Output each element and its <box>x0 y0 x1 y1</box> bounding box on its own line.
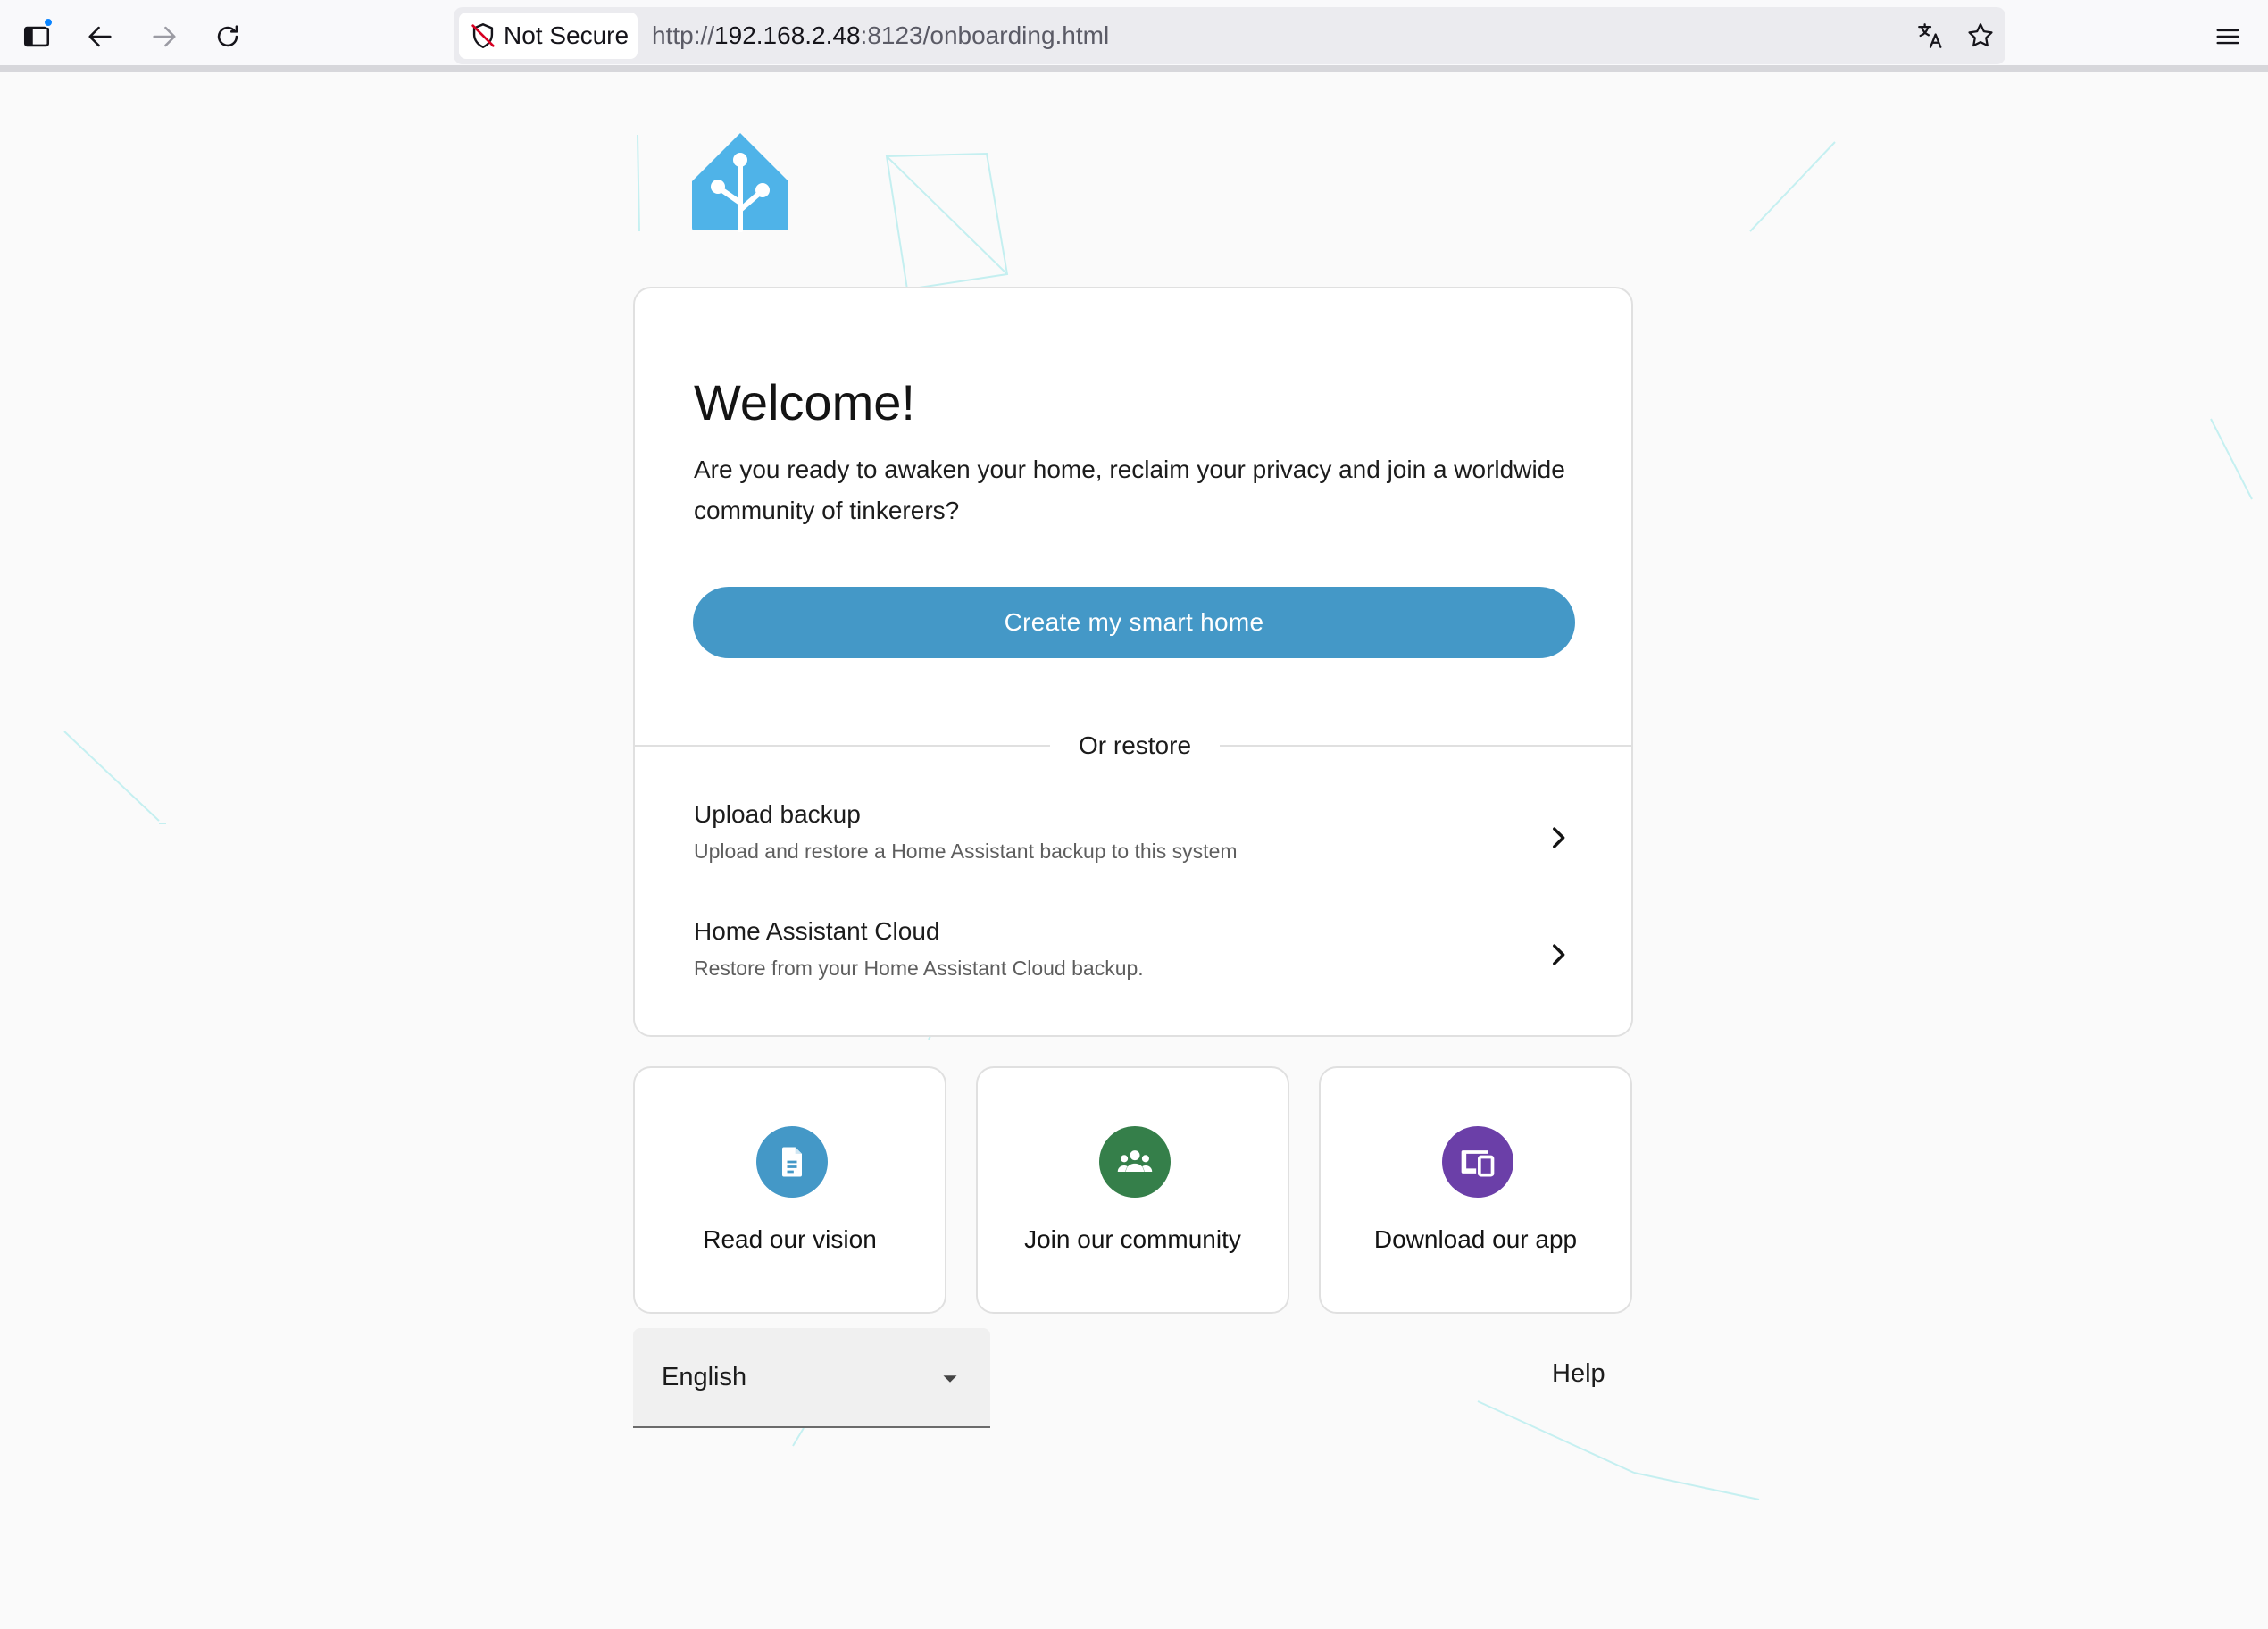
security-indicator[interactable]: Not Secure <box>459 13 638 59</box>
read-vision-card[interactable]: Read our vision <box>633 1066 946 1314</box>
download-app-card[interactable]: Download our app <box>1319 1066 1632 1314</box>
url-path: :8123/onboarding.html <box>860 21 1110 49</box>
reload-button[interactable] <box>204 13 252 61</box>
restore-item-title: Home Assistant Cloud <box>694 917 940 945</box>
language-select[interactable]: English <box>633 1328 990 1428</box>
arrow-left-icon <box>88 26 112 47</box>
star-icon <box>1968 23 1993 47</box>
hamburger-menu-icon <box>2216 29 2239 45</box>
notification-dot <box>43 17 54 28</box>
language-value: English <box>662 1363 747 1391</box>
join-community-card[interactable]: Join our community <box>976 1066 1289 1314</box>
app-menu-button[interactable] <box>2204 13 2252 61</box>
link-label: Download our app <box>1373 1225 1578 1253</box>
or-restore-label: Or restore <box>1050 730 1220 762</box>
forward-button[interactable] <box>140 13 188 61</box>
url-scheme: http:// <box>652 21 715 49</box>
shield-slash-icon <box>471 23 495 48</box>
restore-item-description: Upload and restore a Home Assistant back… <box>694 840 1238 863</box>
url-text[interactable]: http://192.168.2.48:8123/onboarding.html <box>652 7 1109 64</box>
address-bar[interactable]: Not Secure http://192.168.2.48:8123/onbo… <box>454 7 2005 64</box>
translate-icon <box>1918 23 1942 48</box>
create-smart-home-button[interactable]: Create my smart home <box>693 587 1575 658</box>
browser-toolbar: Not Secure http://192.168.2.48:8123/onbo… <box>0 0 2268 72</box>
reload-icon <box>217 25 238 47</box>
help-link[interactable]: Help <box>1552 1359 1605 1389</box>
bookmark-button[interactable] <box>1957 13 2004 59</box>
home-assistant-cloud-item[interactable]: Home Assistant Cloud Restore from your H… <box>635 903 1631 1019</box>
page-title: Welcome! <box>694 374 915 430</box>
url-host: 192.168.2.48 <box>714 21 861 49</box>
restore-item-description: Restore from your Home Assistant Cloud b… <box>694 957 1144 980</box>
home-assistant-logo <box>692 133 788 232</box>
welcome-card: Welcome! Are you ready to awaken your ho… <box>633 287 1633 1037</box>
security-label: Not Secure <box>504 21 630 49</box>
group-icon <box>1099 1126 1171 1198</box>
upload-backup-item[interactable]: Upload backup Upload and restore a Home … <box>635 786 1631 902</box>
chevron-right-icon <box>1540 820 1576 856</box>
dropdown-arrow-icon <box>937 1366 963 1392</box>
link-label: Read our vision <box>703 1225 877 1253</box>
devices-icon <box>1442 1126 1513 1198</box>
link-label: Join our community <box>1024 1225 1241 1253</box>
document-icon <box>756 1126 828 1198</box>
restore-item-title: Upload backup <box>694 800 861 828</box>
back-button[interactable] <box>76 13 124 61</box>
translate-button[interactable] <box>1907 13 1954 59</box>
sidebar-toggle-button[interactable] <box>13 13 61 61</box>
welcome-text: Are you ready to awaken your home, recla… <box>694 455 1565 524</box>
arrow-right-icon <box>153 26 176 47</box>
chevron-right-icon <box>1540 937 1576 973</box>
